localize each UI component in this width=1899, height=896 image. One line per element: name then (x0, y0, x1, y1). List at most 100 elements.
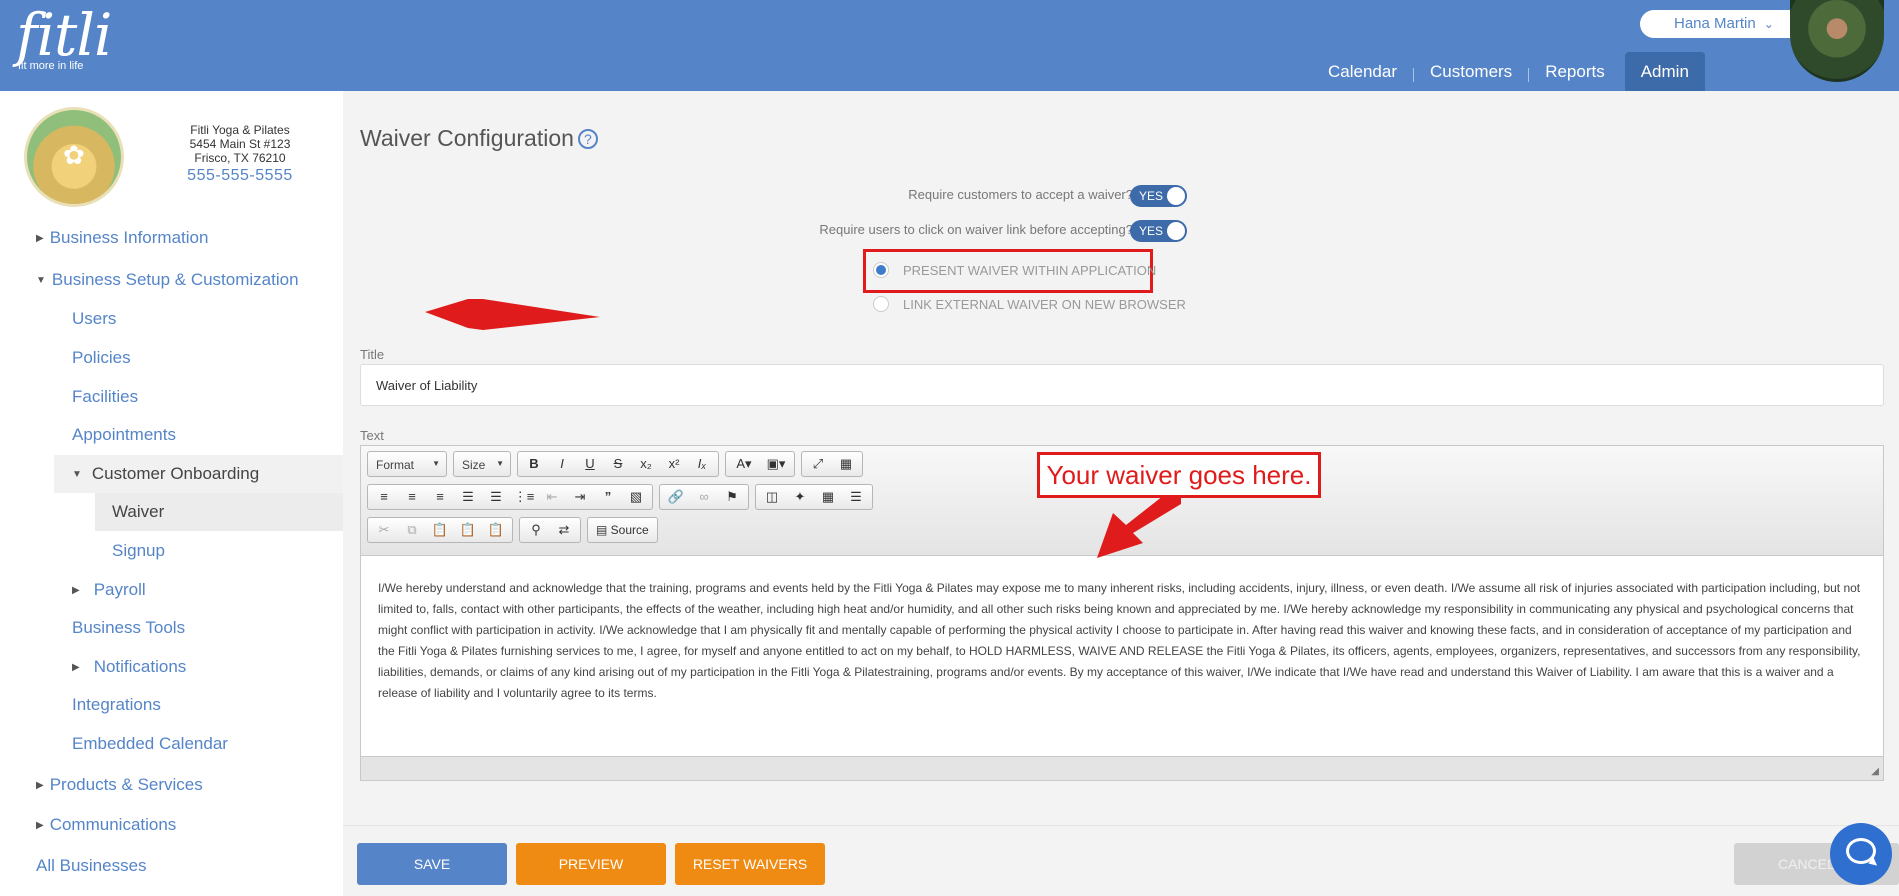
blockquote-icon[interactable]: ” (594, 485, 622, 509)
nav-calendar[interactable]: Calendar (1312, 52, 1413, 91)
link-group: 🔗 ∞ ⚑ (659, 484, 749, 510)
radio-button-selected[interactable] (873, 262, 889, 278)
require-click-toggle[interactable]: YES (1130, 220, 1187, 242)
bold-icon[interactable]: B (520, 452, 548, 476)
align-left-icon[interactable]: ≡ (370, 485, 398, 509)
sidebar-item-business-tools[interactable]: Business Tools (72, 618, 185, 638)
sidebar-item-customer-onboarding[interactable]: ▼ Customer Onboarding (72, 464, 259, 484)
indent-icon[interactable]: ⇥ (566, 485, 594, 509)
help-icon[interactable]: ? (577, 129, 598, 149)
sidebar-item-products-services[interactable]: ▶ Products & Services (36, 775, 203, 795)
justify-icon[interactable]: ☰ (454, 485, 482, 509)
nav-reports[interactable]: Reports (1529, 52, 1621, 91)
bulleted-list-icon[interactable]: ⋮≡ (510, 485, 538, 509)
text-field-label: Text (360, 428, 384, 443)
radio-link-external[interactable]: LINK EXTERNAL WAIVER ON NEW BROWSER (873, 296, 1186, 312)
title-field-label: Title (360, 347, 385, 362)
align-center-icon[interactable]: ≡ (398, 485, 426, 509)
text-color-icon[interactable]: A▾ (728, 452, 760, 476)
sidebar-item-label: Products & Services (49, 775, 203, 794)
page-title: Waiver Configuration? (360, 125, 598, 152)
avatar[interactable] (1790, 0, 1884, 82)
source-button[interactable]: ▤ Source (587, 517, 658, 543)
sidebar-item-policies[interactable]: Policies (72, 348, 131, 368)
annotation-callout: Your waiver goes here. (1037, 452, 1321, 498)
editor-content[interactable]: I/We hereby understand and acknowledge t… (361, 556, 1883, 756)
replace-icon[interactable]: ⇄ (550, 518, 578, 542)
remove-format-icon[interactable]: Iₓ (688, 452, 716, 476)
format-dropdown[interactable]: Format ▼ (367, 451, 447, 477)
chat-widget[interactable] (1830, 823, 1892, 885)
size-label: Size (462, 458, 486, 472)
paste-word-icon[interactable]: 📋 (482, 518, 510, 542)
sidebar-item-facilities[interactable]: Facilities (72, 387, 138, 407)
sidebar-item-business-information[interactable]: ▶ Business Information (36, 228, 208, 248)
sidebar-item-label: Notifications (93, 657, 187, 676)
link-icon[interactable]: 🔗 (662, 485, 690, 509)
sidebar-item-users[interactable]: Users (72, 309, 116, 329)
require-accept-toggle[interactable]: YES (1130, 185, 1187, 207)
sidebar-item-waiver[interactable]: Waiver (112, 502, 164, 522)
fitli-logo[interactable]: fitli fit more in life (16, 1, 112, 72)
create-div-icon[interactable]: ▧ (622, 485, 650, 509)
unlink-icon[interactable]: ∞ (690, 485, 718, 509)
cut-icon[interactable]: ✂ (370, 518, 398, 542)
preview-button[interactable]: PREVIEW (516, 843, 666, 885)
sidebar-item-integrations[interactable]: Integrations (72, 695, 161, 715)
page-title-text: Waiver Configuration (360, 125, 574, 151)
search-icon[interactable]: ⚲ (522, 518, 550, 542)
sidebar: ✿ Fitli Yoga & Pilates 5454 Main St #123… (0, 91, 343, 896)
align-group: ≡ ≡ ≡ ☰ ☰ ⋮≡ ⇤ ⇥ ” ▧ (367, 484, 653, 510)
background-color-icon[interactable]: ▣▾ (760, 452, 792, 476)
sidebar-item-payroll[interactable]: ▶ Payroll (72, 580, 146, 600)
underline-icon[interactable]: U (576, 452, 604, 476)
image-icon[interactable]: ◫ (758, 485, 786, 509)
copy-icon[interactable]: ⧉ (398, 518, 426, 542)
sidebar-item-appointments[interactable]: Appointments (72, 425, 176, 445)
align-right-icon[interactable]: ≡ (426, 485, 454, 509)
superscript-icon[interactable]: x² (660, 452, 688, 476)
business-info: Fitli Yoga & Pilates 5454 Main St #123 F… (160, 123, 320, 184)
logo-wordmark: fitli (16, 1, 112, 69)
nav-admin[interactable]: Admin (1624, 52, 1705, 91)
size-dropdown[interactable]: Size ▼ (453, 451, 511, 477)
sidebar-item-label: Communications (49, 815, 177, 834)
caret-down-icon: ▼ (496, 459, 504, 468)
maximize-icon[interactable]: ⤢ (804, 452, 832, 476)
nav-customers[interactable]: Customers (1414, 52, 1528, 91)
sidebar-item-label: Business Setup & Customization (51, 270, 299, 289)
editor-footer: ◢ (361, 756, 1883, 780)
toggle-state: YES (1139, 189, 1164, 203)
text-style-group: B I U S x₂ x² Iₓ (517, 451, 719, 477)
resize-grip-icon[interactable]: ◢ (1871, 766, 1879, 777)
italic-icon[interactable]: I (548, 452, 576, 476)
paste-icon[interactable]: 📋 (426, 518, 454, 542)
save-button[interactable]: SAVE (357, 843, 507, 885)
radio-present-waiver[interactable]: PRESENT WAIVER WITHIN APPLICATION (873, 262, 1156, 278)
anchor-flag-icon[interactable]: ⚑ (718, 485, 746, 509)
sidebar-item-notifications[interactable]: ▶ Notifications (72, 657, 186, 677)
subscript-icon[interactable]: x₂ (632, 452, 660, 476)
flash-icon[interactable]: ✦ (786, 485, 814, 509)
sidebar-item-embedded-calendar[interactable]: Embedded Calendar (72, 734, 228, 754)
title-input[interactable] (360, 364, 1884, 406)
sidebar-item-label: Customer Onboarding (91, 464, 260, 483)
business-logo: ✿ (24, 107, 124, 207)
sidebar-item-all-businesses[interactable]: All Businesses (36, 856, 147, 876)
caret-right-icon: ▶ (72, 662, 80, 673)
show-blocks-icon[interactable]: ▦ (832, 452, 860, 476)
table-icon[interactable]: ▦ (814, 485, 842, 509)
radio-button[interactable] (873, 296, 889, 312)
sidebar-item-signup[interactable]: Signup (112, 541, 165, 561)
business-phone: 555-555-5555 (187, 167, 293, 184)
sidebar-item-business-setup[interactable]: ▼ Business Setup & Customization (36, 270, 299, 290)
numbered-list-icon[interactable]: ☰ (482, 485, 510, 509)
strikethrough-icon[interactable]: S (604, 452, 632, 476)
paste-text-icon[interactable]: 📋 (454, 518, 482, 542)
horizontal-rule-icon[interactable]: ☰ (842, 485, 870, 509)
reset-waivers-button[interactable]: RESET WAIVERS (675, 843, 825, 885)
outdent-icon[interactable]: ⇤ (538, 485, 566, 509)
require-accept-label: Require customers to accept a waiver? (908, 187, 1133, 202)
toggle-knob (1167, 187, 1185, 205)
sidebar-item-communications[interactable]: ▶ Communications (36, 815, 176, 835)
